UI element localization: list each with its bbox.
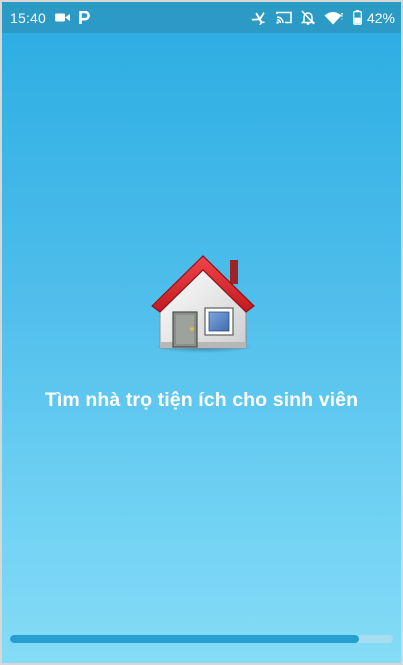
app-tagline: Tìm nhà trọ tiện ích cho sinh viên — [44, 389, 359, 411]
status-bar: 15:40 42% — [2, 2, 401, 33]
airplane-notification-icon — [251, 11, 267, 25]
battery-percent: 42% — [366, 9, 395, 26]
battery-icon — [353, 10, 362, 25]
status-time: 15:40 — [10, 9, 47, 26]
status-bar-left: 15:40 — [10, 10, 90, 26]
splash-screen: Tìm nhà trọ tiện ích cho sinh viên — [2, 33, 401, 663]
status-bar-right: 42% — [251, 10, 395, 26]
loading-progress-fill — [10, 635, 359, 643]
notifications-off-icon — [300, 10, 315, 25]
parking-p-icon — [79, 10, 90, 25]
loading-progress-bar — [10, 635, 393, 643]
phone-screen: 15:40 42% Tìm nhà trọ tiện ích cho sinh … — [0, 0, 403, 665]
cast-icon — [276, 11, 292, 24]
house-icon — [150, 250, 256, 354]
wifi-icon — [324, 11, 344, 25]
video-camera-icon — [55, 12, 71, 23]
